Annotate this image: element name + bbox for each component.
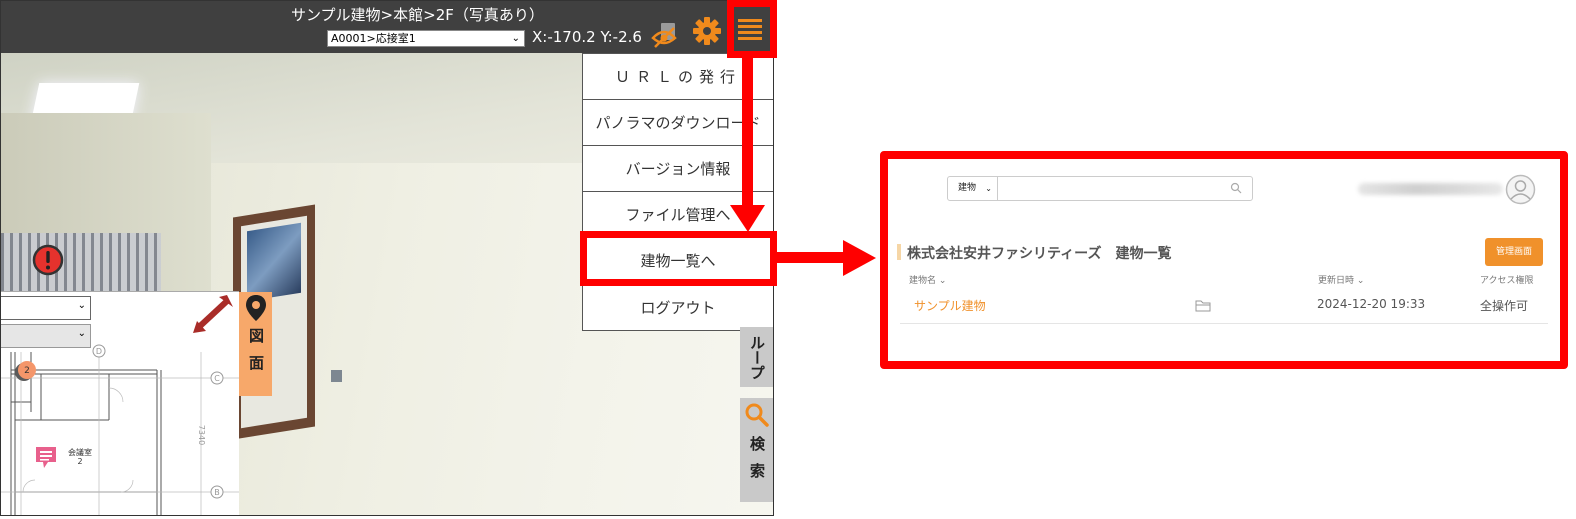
menu-item-logout[interactable]: ログアウト bbox=[583, 284, 773, 330]
highlight-menu-button bbox=[727, 0, 777, 58]
gear-icon[interactable] bbox=[692, 16, 722, 46]
coordinate-readout: X:-170.2 Y:-2.6 bbox=[532, 28, 642, 46]
menu-item-version-info[interactable]: バージョン情報 bbox=[583, 146, 773, 192]
eye-slash-icon[interactable] bbox=[651, 23, 679, 49]
tab-group[interactable]: ループ bbox=[740, 327, 773, 387]
chevron-down-icon: ⌄ bbox=[511, 33, 520, 44]
grid-label-c: C bbox=[214, 374, 220, 383]
arrow-right-head bbox=[843, 240, 876, 276]
grid-label-b: B bbox=[214, 488, 220, 497]
marker-count: 2 bbox=[24, 366, 30, 376]
room-label-number: 2 bbox=[77, 457, 82, 466]
room-select[interactable]: A0001>応接室1 ⌄ bbox=[327, 30, 525, 47]
grid-label-d: D bbox=[96, 347, 102, 356]
room-select-value: A0001>応接室1 bbox=[331, 32, 416, 45]
alert-icon[interactable] bbox=[32, 244, 64, 276]
highlight-building-list-item bbox=[580, 231, 777, 286]
wall-outlet bbox=[331, 370, 342, 382]
breadcrumb-title: サンプル建物>本館>2F（写真あり） bbox=[291, 6, 544, 24]
dimension-label: 7340 bbox=[197, 425, 206, 445]
search-icon bbox=[745, 403, 769, 427]
tab-search-label: 検索 bbox=[748, 436, 766, 490]
menu-item-download-panorama[interactable]: パノラマのダウンロード bbox=[583, 100, 773, 146]
map-pin-icon bbox=[245, 295, 266, 321]
viewer-menu: ＵＲＬの発行 パノラマのダウンロード バージョン情報 ファイル管理へ 建物一覧へ… bbox=[582, 53, 773, 331]
tab-group-label: ループ bbox=[748, 334, 766, 380]
screenshot-composite: サンプル建物>本館>2F（写真あり） A0001>応接室1 ⌄ X:-170.2… bbox=[0, 0, 1576, 519]
comment-marker-icon[interactable] bbox=[34, 445, 58, 471]
marker-cluster-icon[interactable]: 2 bbox=[14, 359, 38, 383]
tab-map-label: 図面 bbox=[247, 328, 265, 382]
highlight-building-list-page bbox=[880, 151, 1568, 369]
expand-map-icon[interactable] bbox=[191, 293, 235, 335]
tab-map[interactable]: 図面 bbox=[239, 292, 272, 396]
room-label: 会議室 bbox=[68, 447, 92, 457]
menu-item-issue-url[interactable]: ＵＲＬの発行 bbox=[583, 54, 773, 100]
tab-search[interactable]: 検索 bbox=[740, 398, 773, 502]
viewer-toolbar: サンプル建物>本館>2F（写真あり） A0001>応接室1 ⌄ X:-170.2… bbox=[1, 1, 773, 53]
